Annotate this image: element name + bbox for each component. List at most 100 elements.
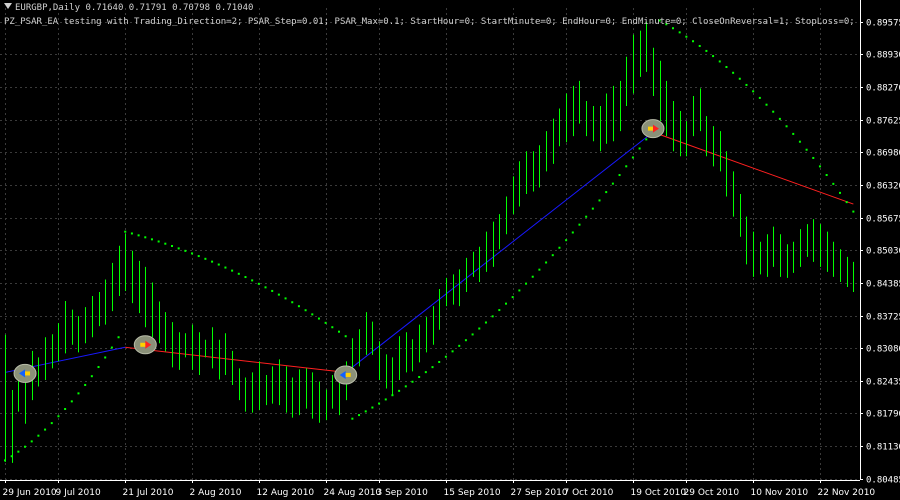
price-chart[interactable]: 0.89575 0.88930 0.88270 0.87625 0.86980 0.863… — [0, 0, 900, 500]
psar-dot — [491, 315, 494, 318]
psar-dot — [438, 360, 441, 363]
psar-dot — [585, 215, 588, 218]
x-tick-label: 21 Jul 2010 — [123, 488, 174, 498]
psar-dot — [297, 305, 300, 308]
psar-dot — [565, 239, 568, 242]
psar-dot — [611, 182, 614, 185]
psar-dot — [50, 422, 53, 425]
psar-dot — [304, 309, 307, 312]
buy-arrow-tail — [345, 372, 351, 377]
psar-dot — [618, 174, 621, 177]
psar-dot — [545, 261, 548, 264]
x-tick-label: 3 Sep 2010 — [377, 488, 429, 498]
psar-dot — [231, 269, 234, 272]
sell-arrow-tail — [647, 126, 653, 131]
psar-dot — [291, 301, 294, 304]
x-tick-label: 29 Jun 2010 — [3, 488, 57, 498]
psar-dot — [818, 165, 821, 168]
psar-dot — [511, 296, 514, 299]
y-tick-label: 0.80485 — [866, 476, 900, 486]
psar-dot — [658, 19, 661, 22]
psar-dot — [451, 350, 454, 353]
psar-dot — [458, 344, 461, 347]
y-tick-label: 0.82435 — [866, 378, 900, 388]
psar-dot — [104, 356, 107, 359]
psar-dot — [531, 275, 534, 278]
buy-arrow-tail — [25, 371, 31, 376]
psar-dot — [578, 223, 581, 226]
psar-dot — [558, 246, 561, 249]
x-tick-label: 2 Aug 2010 — [190, 488, 242, 498]
psar-dot — [324, 321, 327, 324]
psar-dot — [852, 210, 855, 213]
psar-dot — [518, 289, 521, 292]
psar-dot — [665, 23, 668, 26]
psar-dot — [217, 263, 220, 266]
psar-dot — [832, 182, 835, 185]
psar-dot — [718, 60, 721, 63]
psar-dot — [404, 385, 407, 388]
psar-dot — [317, 317, 320, 320]
psar-dot — [177, 247, 180, 250]
psar-dot — [672, 27, 674, 30]
psar-dot — [505, 302, 507, 305]
psar-dot — [812, 156, 815, 159]
psar-dot — [725, 66, 728, 69]
psar-dot — [805, 148, 808, 151]
psar-dot — [444, 355, 447, 358]
x-tick-label: 12 Aug 2010 — [257, 488, 315, 498]
psar-dot — [551, 254, 554, 257]
y-tick-label: 0.86320 — [866, 182, 900, 192]
psar-dot — [204, 257, 207, 260]
psar-dot — [705, 49, 708, 52]
psar-dot — [44, 428, 47, 431]
psar-dot — [191, 252, 194, 255]
x-tick-label: 27 Sep 2010 — [511, 488, 568, 498]
psar-dot — [384, 398, 387, 401]
psar-dot — [752, 90, 755, 93]
psar-dot — [411, 380, 414, 383]
psar-dot — [64, 408, 67, 411]
trade-marker-buy — [334, 365, 358, 385]
y-tick-label: 0.85030 — [866, 247, 900, 257]
psar-dot — [77, 392, 80, 395]
x-tick-label: 19 Oct 2010 — [631, 488, 687, 498]
psar-dot — [157, 240, 160, 243]
psar-dot — [197, 255, 200, 258]
psar-dot — [24, 445, 27, 448]
psar-dot — [605, 191, 608, 194]
x-tick-label: 10 Nov 2010 — [751, 488, 809, 498]
psar-dot — [264, 286, 267, 289]
psar-dot — [631, 156, 634, 159]
psar-dot — [591, 207, 594, 210]
x-tick-label: 15 Sep 2010 — [444, 488, 501, 498]
psar-dot — [211, 260, 214, 263]
psar-dot — [625, 165, 628, 168]
psar-dot — [645, 138, 648, 141]
psar-dot — [478, 327, 481, 330]
y-tick-label: 0.88930 — [866, 51, 900, 61]
y-tick-label: 0.81790 — [866, 410, 900, 420]
psar-dot — [257, 282, 260, 285]
psar-dot — [839, 191, 841, 194]
psar-dot — [471, 333, 474, 336]
y-tick-label: 0.87625 — [866, 117, 900, 127]
psar-dot — [137, 234, 140, 237]
trade-marker-sell — [641, 119, 665, 139]
psar-dot — [732, 71, 735, 74]
psar-dot — [284, 297, 287, 300]
psar-dot — [344, 335, 347, 338]
psar-dot — [745, 83, 748, 86]
x-tick-label: 22 Nov 2010 — [818, 488, 876, 498]
psar-dot — [692, 40, 695, 43]
psar-dot — [431, 366, 434, 369]
psar-dot — [37, 434, 40, 437]
psar-dot — [97, 366, 100, 369]
psar-dot — [698, 44, 701, 47]
psar-dot — [164, 242, 167, 245]
psar-dot — [57, 415, 60, 418]
psar-dot — [171, 244, 173, 247]
psar-dot — [150, 238, 153, 241]
psar-dot — [845, 201, 848, 204]
psar-dot — [712, 55, 715, 58]
